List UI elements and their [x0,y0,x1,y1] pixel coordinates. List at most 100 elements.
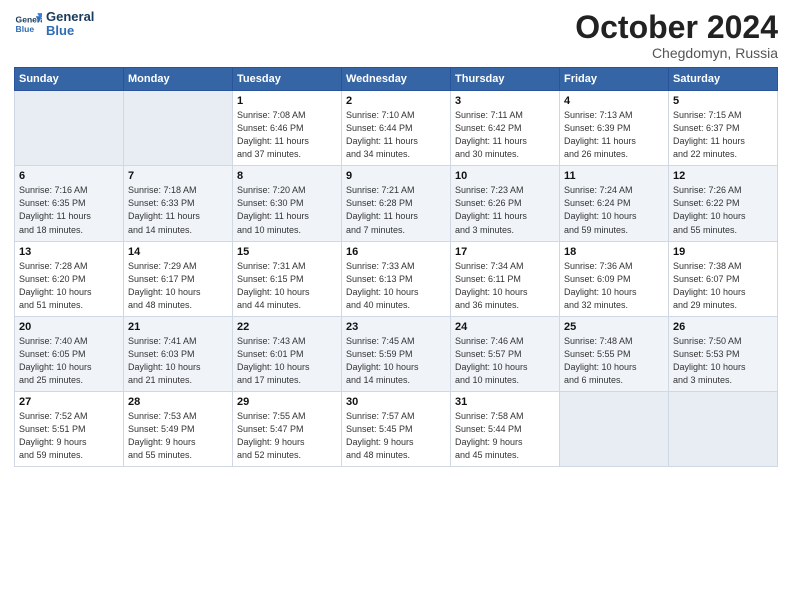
calendar-day-cell: 5Sunrise: 7:15 AM Sunset: 6:37 PM Daylig… [669,91,778,166]
day-info: Sunrise: 7:29 AM Sunset: 6:17 PM Dayligh… [128,260,228,312]
day-info: Sunrise: 7:57 AM Sunset: 5:45 PM Dayligh… [346,410,446,462]
day-number: 13 [19,246,119,258]
day-number: 17 [455,246,555,258]
calendar-header-row: SundayMondayTuesdayWednesdayThursdayFrid… [15,68,778,91]
day-number: 21 [128,321,228,333]
day-info: Sunrise: 7:53 AM Sunset: 5:49 PM Dayligh… [128,410,228,462]
day-info: Sunrise: 7:43 AM Sunset: 6:01 PM Dayligh… [237,335,337,387]
calendar-day-cell: 10 Sunrise: 7:23 AM Sunset: 6:26 PM Dayli… [451,166,560,241]
calendar-day-cell: 6Sunrise: 7:16 AM Sunset: 6:35 PM Daylig… [15,166,124,241]
day-number: 23 [346,321,446,333]
day-info: Sunrise: 7:18 AM Sunset: 6:33 PM Dayligh… [128,184,228,236]
calendar-day-cell: 21 Sunrise: 7:41 AM Sunset: 6:03 PM Dayli… [124,316,233,391]
calendar-day-cell: 17 Sunrise: 7:34 AM Sunset: 6:11 PM Dayli… [451,241,560,316]
day-number: 25 [564,321,664,333]
calendar-day-cell: 1Sunrise: 7:08 AM Sunset: 6:46 PM Daylig… [233,91,342,166]
day-info: Sunrise: 7:50 AM Sunset: 5:53 PM Dayligh… [673,335,773,387]
day-number: 16 [346,246,446,258]
day-number: 24 [455,321,555,333]
calendar-day-cell: 11 Sunrise: 7:24 AM Sunset: 6:24 PM Dayli… [560,166,669,241]
calendar-day-cell: 8 Sunrise: 7:20 AM Sunset: 6:30 PM Daylig… [233,166,342,241]
calendar-day-cell: 18Sunrise: 7:36 AM Sunset: 6:09 PM Dayli… [560,241,669,316]
calendar-day-cell [15,91,124,166]
day-number: 22 [237,321,337,333]
location-subtitle: Chegdomyn, Russia [575,45,778,61]
day-info: Sunrise: 7:28 AM Sunset: 6:20 PM Dayligh… [19,260,119,312]
day-info: Sunrise: 7:11 AM Sunset: 6:42 PM Dayligh… [455,109,555,161]
calendar-day-cell: 23Sunrise: 7:45 AM Sunset: 5:59 PM Dayli… [342,316,451,391]
calendar-week-row: 1Sunrise: 7:08 AM Sunset: 6:46 PM Daylig… [15,91,778,166]
day-number: 4 [564,95,664,107]
calendar-day-cell: 14 Sunrise: 7:29 AM Sunset: 6:17 PM Dayli… [124,241,233,316]
page-container: General Blue General Blue October 2024 C… [0,0,792,475]
day-info: Sunrise: 7:38 AM Sunset: 6:07 PM Dayligh… [673,260,773,312]
weekday-header: Thursday [451,68,560,91]
day-info: Sunrise: 7:24 AM Sunset: 6:24 PM Dayligh… [564,184,664,236]
calendar-day-cell: 22 Sunrise: 7:43 AM Sunset: 6:01 PM Dayli… [233,316,342,391]
day-info: Sunrise: 7:33 AM Sunset: 6:13 PM Dayligh… [346,260,446,312]
day-number: 30 [346,396,446,408]
day-info: Sunrise: 7:31 AM Sunset: 6:15 PM Dayligh… [237,260,337,312]
day-info: Sunrise: 7:26 AM Sunset: 6:22 PM Dayligh… [673,184,773,236]
header: General Blue General Blue October 2024 C… [14,10,778,61]
calendar-day-cell [560,391,669,466]
calendar-day-cell [669,391,778,466]
calendar-day-cell: 15 Sunrise: 7:31 AM Sunset: 6:15 PM Dayli… [233,241,342,316]
calendar-day-cell [124,91,233,166]
day-number: 3 [455,95,555,107]
calendar-day-cell: 31 Sunrise: 7:58 AM Sunset: 5:44 PM Dayli… [451,391,560,466]
svg-text:Blue: Blue [16,24,35,34]
logo-icon: General Blue [14,10,42,38]
day-info: Sunrise: 7:20 AM Sunset: 6:30 PM Dayligh… [237,184,337,236]
calendar-day-cell: 3 Sunrise: 7:11 AM Sunset: 6:42 PM Daylig… [451,91,560,166]
calendar-day-cell: 16 Sunrise: 7:33 AM Sunset: 6:13 PM Dayli… [342,241,451,316]
calendar-day-cell: 29Sunrise: 7:55 AM Sunset: 5:47 PM Dayli… [233,391,342,466]
month-title: October 2024 [575,10,778,45]
day-number: 10 [455,170,555,182]
calendar-day-cell: 4 Sunrise: 7:13 AM Sunset: 6:39 PM Daylig… [560,91,669,166]
calendar-day-cell: 7Sunrise: 7:18 AM Sunset: 6:33 PM Daylig… [124,166,233,241]
calendar-day-cell: 12 Sunrise: 7:26 AM Sunset: 6:22 PM Dayli… [669,166,778,241]
calendar-day-cell: 13 Sunrise: 7:28 AM Sunset: 6:20 PM Dayli… [15,241,124,316]
day-info: Sunrise: 7:23 AM Sunset: 6:26 PM Dayligh… [455,184,555,236]
calendar-day-cell: 2 Sunrise: 7:10 AM Sunset: 6:44 PM Daylig… [342,91,451,166]
day-number: 15 [237,246,337,258]
day-info: Sunrise: 7:41 AM Sunset: 6:03 PM Dayligh… [128,335,228,387]
day-number: 14 [128,246,228,258]
calendar-day-cell: 24 Sunrise: 7:46 AM Sunset: 5:57 PM Dayli… [451,316,560,391]
calendar-day-cell: 26Sunrise: 7:50 AM Sunset: 5:53 PM Dayli… [669,316,778,391]
day-info: Sunrise: 7:58 AM Sunset: 5:44 PM Dayligh… [455,410,555,462]
day-info: Sunrise: 7:36 AM Sunset: 6:09 PM Dayligh… [564,260,664,312]
day-info: Sunrise: 7:52 AM Sunset: 5:51 PM Dayligh… [19,410,119,462]
day-number: 8 [237,170,337,182]
day-number: 31 [455,396,555,408]
day-info: Sunrise: 7:48 AM Sunset: 5:55 PM Dayligh… [564,335,664,387]
day-number: 1 [237,95,337,107]
calendar-day-cell: 27Sunrise: 7:52 AM Sunset: 5:51 PM Dayli… [15,391,124,466]
calendar-week-row: 6Sunrise: 7:16 AM Sunset: 6:35 PM Daylig… [15,166,778,241]
day-info: Sunrise: 7:10 AM Sunset: 6:44 PM Dayligh… [346,109,446,161]
day-number: 2 [346,95,446,107]
weekday-header: Sunday [15,68,124,91]
day-number: 29 [237,396,337,408]
day-info: Sunrise: 7:16 AM Sunset: 6:35 PM Dayligh… [19,184,119,236]
day-info: Sunrise: 7:13 AM Sunset: 6:39 PM Dayligh… [564,109,664,161]
calendar-day-cell: 28 Sunrise: 7:53 AM Sunset: 5:49 PM Dayli… [124,391,233,466]
logo-text: General Blue [46,10,94,39]
calendar-day-cell: 9Sunrise: 7:21 AM Sunset: 6:28 PM Daylig… [342,166,451,241]
calendar-week-row: 20Sunrise: 7:40 AM Sunset: 6:05 PM Dayli… [15,316,778,391]
day-number: 19 [673,246,773,258]
weekday-header: Monday [124,68,233,91]
day-info: Sunrise: 7:34 AM Sunset: 6:11 PM Dayligh… [455,260,555,312]
weekday-header: Tuesday [233,68,342,91]
calendar-week-row: 27Sunrise: 7:52 AM Sunset: 5:51 PM Dayli… [15,391,778,466]
day-info: Sunrise: 7:46 AM Sunset: 5:57 PM Dayligh… [455,335,555,387]
day-number: 12 [673,170,773,182]
day-number: 28 [128,396,228,408]
day-number: 11 [564,170,664,182]
weekday-header: Friday [560,68,669,91]
calendar-day-cell: 25 Sunrise: 7:48 AM Sunset: 5:55 PM Dayli… [560,316,669,391]
title-block: October 2024 Chegdomyn, Russia [575,10,778,61]
day-number: 5 [673,95,773,107]
logo: General Blue General Blue [14,10,94,39]
